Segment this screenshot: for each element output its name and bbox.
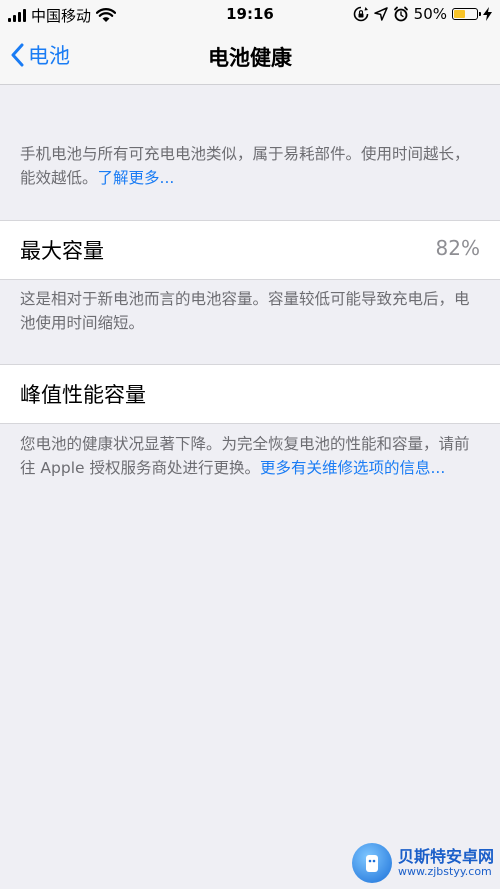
intro-text: 手机电池与所有可充电电池类似，属于易耗部件。使用时间越长，能效越低。: [20, 145, 470, 187]
watermark: 贝斯特安卓网 www.zjbstyy.com: [351, 843, 494, 883]
max-capacity-row: 最大容量 82%: [0, 220, 500, 280]
battery-percent: 50%: [413, 5, 447, 23]
peak-performance-footer: 您电池的健康状况显著下降。为完全恢复电池的性能和容量，请前往 Apple 授权服…: [20, 432, 482, 480]
charging-bolt-icon: [483, 7, 492, 21]
watermark-title: 贝斯特安卓网: [397, 847, 494, 867]
intro-description: 手机电池与所有可充电电池类似，属于易耗部件。使用时间越长，能效越低。了解更多..…: [20, 142, 482, 190]
service-options-link[interactable]: 更多有关维修选项的信息...: [260, 459, 445, 477]
rotation-lock-icon: [353, 6, 368, 22]
peak-performance-label: 峰值性能容量: [20, 383, 146, 407]
page-title: 电池健康: [208, 46, 292, 70]
battery-fill: [454, 10, 465, 18]
max-capacity-value: 82%: [435, 236, 480, 260]
peak-performance-row: 峰值性能容量: [0, 364, 500, 424]
location-arrow-icon: [373, 7, 388, 21]
navigation-bar: 电池 电池健康: [0, 30, 500, 85]
battery-icon: [452, 8, 481, 20]
max-capacity-label: 最大容量: [20, 239, 104, 263]
watermark-url: www.zjbstyy.com: [397, 864, 492, 878]
status-right: 50%: [353, 5, 492, 23]
alarm-icon: [393, 6, 408, 22]
max-capacity-footer: 这是相对于新电池而言的电池容量。容量较低可能导致充电后，电池使用时间缩短。: [20, 290, 470, 332]
learn-more-link[interactable]: 了解更多...: [98, 169, 175, 187]
status-bar: 中国移动 19:16 50%: [0, 0, 500, 30]
watermark-logo-icon: [351, 843, 392, 883]
